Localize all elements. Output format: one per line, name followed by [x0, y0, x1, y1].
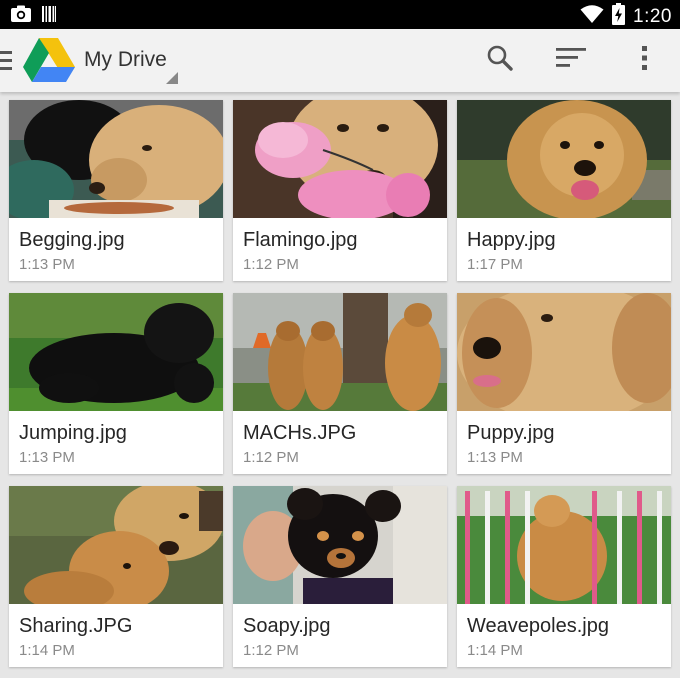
file-time: 1:14 PM — [467, 642, 523, 659]
file-card-puppy[interactable]: Puppy.jpg 1:13 PM — [457, 293, 671, 474]
file-name: Weavepoles.jpg — [467, 615, 609, 637]
file-time: 1:12 PM — [243, 449, 299, 466]
status-left-icons — [10, 5, 56, 28]
drive-logo[interactable] — [22, 37, 76, 90]
page-title: My Drive — [84, 48, 167, 71]
sort-button[interactable] — [543, 29, 599, 92]
up-navigation-icon[interactable] — [0, 51, 12, 71]
barcode-icon — [42, 5, 56, 28]
search-icon — [486, 44, 514, 77]
file-card-happy[interactable]: Happy.jpg 1:17 PM — [457, 100, 671, 281]
file-thumbnail — [233, 486, 447, 604]
file-name: Jumping.jpg — [19, 422, 127, 444]
file-name: Soapy.jpg — [243, 615, 331, 637]
search-button[interactable] — [472, 29, 528, 92]
file-card-soapy[interactable]: Soapy.jpg 1:12 PM — [233, 486, 447, 667]
file-thumbnail — [457, 293, 671, 411]
action-bar: My Drive — [0, 29, 680, 92]
file-card-machs[interactable]: MACHs.JPG 1:12 PM — [233, 293, 447, 474]
file-card-begging[interactable]: Begging.jpg 1:13 PM — [9, 100, 223, 281]
file-name: Happy.jpg — [467, 229, 556, 251]
file-time: 1:12 PM — [243, 642, 299, 659]
file-time: 1:12 PM — [243, 256, 299, 273]
file-thumbnail — [9, 293, 223, 411]
sort-icon — [556, 47, 586, 74]
file-time: 1:13 PM — [467, 449, 523, 466]
account-spinner[interactable]: My Drive — [84, 29, 184, 92]
wifi-icon — [580, 4, 604, 29]
file-thumbnail — [233, 293, 447, 411]
camera-icon — [10, 5, 32, 28]
file-time: 1:17 PM — [467, 256, 523, 273]
status-time: 1:20 — [633, 5, 672, 27]
overflow-menu-button[interactable] — [617, 29, 673, 92]
file-name: Sharing.JPG — [19, 615, 133, 637]
file-name: MACHs.JPG — [243, 422, 357, 444]
status-bar: 1:20 — [0, 0, 680, 29]
file-grid: Begging.jpg 1:13 PM Flamingo.jpg 1:12 PM — [0, 92, 680, 678]
file-thumbnail — [457, 486, 671, 604]
spinner-triangle-icon — [166, 71, 178, 89]
file-thumbnail — [9, 486, 223, 604]
file-card-jumping[interactable]: Jumping.jpg 1:13 PM — [9, 293, 223, 474]
file-name: Begging.jpg — [19, 229, 125, 251]
file-time: 1:13 PM — [19, 449, 75, 466]
overflow-menu-icon — [641, 45, 649, 76]
file-card-weavepoles[interactable]: Weavepoles.jpg 1:14 PM — [457, 486, 671, 667]
file-thumbnail — [233, 100, 447, 218]
file-time: 1:13 PM — [19, 256, 75, 273]
file-card-sharing[interactable]: Sharing.JPG 1:14 PM — [9, 486, 223, 667]
file-card-flamingo[interactable]: Flamingo.jpg 1:12 PM — [233, 100, 447, 281]
file-thumbnail — [457, 100, 671, 218]
file-name: Flamingo.jpg — [243, 229, 358, 251]
file-name: Puppy.jpg — [467, 422, 555, 444]
file-thumbnail — [9, 100, 223, 218]
battery-charging-icon — [612, 3, 626, 30]
status-right-icons: 1:20 — [580, 3, 672, 30]
file-time: 1:14 PM — [19, 642, 75, 659]
